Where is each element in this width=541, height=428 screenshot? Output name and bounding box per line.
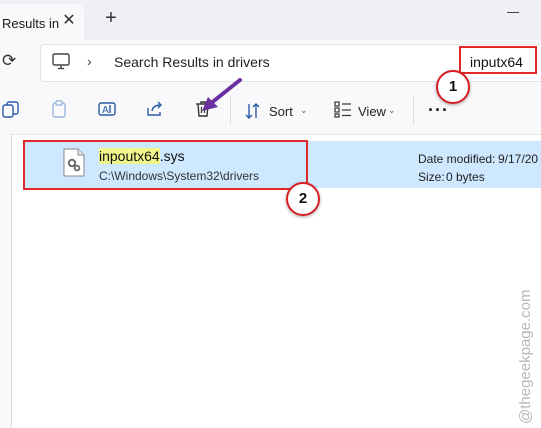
view-button[interactable]: View <box>358 104 386 119</box>
watermark-text: @thegeekpage.com <box>517 290 534 424</box>
search-highlight-box <box>459 46 537 74</box>
minimize-icon[interactable] <box>507 12 519 13</box>
more-options-icon[interactable]: ··· <box>428 100 449 121</box>
rename-icon[interactable]: A <box>98 100 116 118</box>
sort-button[interactable]: Sort <box>269 104 293 119</box>
paste-icon[interactable] <box>50 100 68 118</box>
pc-icon <box>52 53 70 70</box>
refresh-icon[interactable]: ⟳ <box>2 52 16 70</box>
copy-icon[interactable] <box>2 100 20 118</box>
new-tab-icon[interactable]: + <box>101 8 121 28</box>
chevron-down-icon[interactable]: ⌄ <box>388 105 396 116</box>
toolbar-divider <box>413 96 414 124</box>
size-value: 0 bytes <box>446 170 485 184</box>
step-2-badge: 2 <box>286 182 320 216</box>
arrow-annotation <box>202 78 242 111</box>
address-path-text: Search Results in drivers <box>114 54 270 70</box>
navigation-pane[interactable] <box>0 134 12 428</box>
step-1-badge: 1 <box>436 70 470 104</box>
watermark: @thegeekpage.com <box>517 290 534 424</box>
view-icon[interactable] <box>334 100 352 118</box>
tab-search-results[interactable]: Results in ✕ <box>0 4 84 40</box>
date-modified-label: Date modified: <box>418 152 496 166</box>
size-label: Size: <box>418 170 445 184</box>
chevron-right-icon[interactable]: › <box>87 53 92 69</box>
svg-text:A: A <box>102 105 109 116</box>
file-highlight-box <box>23 140 308 190</box>
date-modified-value: 9/17/20 <box>498 152 539 166</box>
chevron-down-icon[interactable]: ⌄ <box>300 105 308 116</box>
close-icon[interactable]: ✕ <box>60 12 78 30</box>
share-icon[interactable] <box>146 100 164 118</box>
tab-title: Results in <box>2 16 60 31</box>
